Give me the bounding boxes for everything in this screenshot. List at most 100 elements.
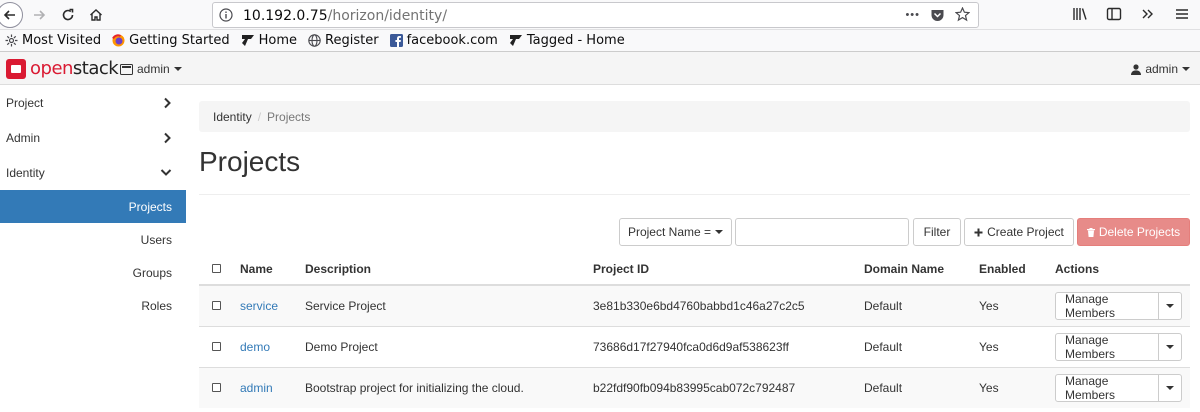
page-actions-button[interactable]: •••: [905, 9, 920, 21]
bookmark-label: Tagged - Home: [526, 33, 625, 48]
bookmark-facebook[interactable]: facebook.com: [389, 33, 498, 48]
logo-text-stack: stack: [72, 58, 119, 79]
url-bar[interactable]: 10.192.0.75/horizon/identity/ •••: [212, 2, 979, 28]
row-actions-group: Manage Members: [1055, 291, 1182, 320]
actions-cell: Manage Members: [1047, 284, 1190, 326]
row-checkbox[interactable]: [212, 382, 221, 392]
user-icon: [1131, 63, 1142, 75]
table-header-row: Name Description Project ID Domain Name …: [199, 254, 1190, 286]
user-name: admin: [1145, 62, 1178, 76]
manage-members-button[interactable]: Manage Members: [1055, 332, 1160, 361]
column-header-project-id[interactable]: Project ID: [585, 254, 856, 286]
toolbar-icons: [1072, 6, 1190, 22]
chevron-down-icon: [160, 169, 172, 176]
sidebar-group-admin[interactable]: Admin: [0, 120, 186, 155]
bookmark-tagged-home[interactable]: Tagged - Home: [509, 33, 625, 48]
bookmark-label: Getting Started: [129, 33, 230, 48]
table-row: demo Demo Project 73686d17f27940fca0d6d9…: [199, 325, 1190, 367]
project-description: Service Project: [297, 284, 585, 326]
row-select-cell: [199, 366, 232, 408]
filter-field-dropdown[interactable]: Project Name =: [619, 218, 732, 246]
manage-members-button[interactable]: Manage Members: [1055, 373, 1160, 402]
pocket-icon[interactable]: [930, 8, 945, 22]
arrow-left-icon: [3, 10, 15, 20]
user-menu[interactable]: admin: [1131, 62, 1190, 76]
breadcrumb-current: Projects: [267, 110, 311, 124]
column-header-name[interactable]: Name: [232, 254, 297, 286]
sidebar-group-label: Project: [6, 95, 44, 110]
sidebar-item-label: Projects: [128, 199, 172, 214]
row-checkbox[interactable]: [212, 300, 221, 310]
firefox-icon: [112, 34, 125, 47]
page-title: Projects: [199, 146, 301, 177]
table-row: service Service Project 3e81b330e6bd4760…: [199, 284, 1190, 326]
project-name-link[interactable]: demo: [240, 340, 270, 354]
bookmark-getting-started[interactable]: Getting Started: [112, 33, 230, 48]
select-all-checkbox[interactable]: [212, 264, 221, 273]
manage-members-button[interactable]: Manage Members: [1055, 291, 1160, 320]
project-name-link[interactable]: service: [240, 299, 278, 313]
overflow-chevrons-icon[interactable]: [1140, 6, 1156, 22]
app-header: openstack admin admin: [0, 52, 1200, 85]
domain-name: Default: [856, 366, 971, 408]
breadcrumb-identity[interactable]: Identity: [213, 110, 252, 124]
url-text[interactable]: 10.192.0.75/horizon/identity/: [243, 8, 447, 24]
sidebar-item-projects[interactable]: Projects: [0, 190, 186, 223]
openstack-logo[interactable]: openstack: [6, 58, 119, 79]
column-header-description[interactable]: Description: [297, 254, 585, 286]
trash-icon: [1086, 227, 1095, 237]
row-actions-dropdown[interactable]: [1159, 332, 1182, 361]
sidebar-item-label: Roles: [141, 298, 172, 313]
openstack-logo-mark: [6, 58, 26, 79]
sidebar-item-users[interactable]: Users: [0, 223, 186, 256]
reload-button[interactable]: [56, 3, 80, 27]
info-icon[interactable]: [219, 8, 233, 25]
bookmark-star-icon[interactable]: [955, 7, 970, 22]
filter-input[interactable]: [735, 218, 909, 246]
chevron-right-icon: [164, 132, 171, 143]
title-divider: [199, 194, 1190, 195]
enabled-value: Yes: [971, 325, 1047, 367]
column-header-enabled[interactable]: Enabled: [971, 254, 1047, 286]
column-header-domain-name[interactable]: Domain Name: [856, 254, 971, 286]
project-description: Demo Project: [297, 325, 585, 367]
create-project-button[interactable]: Create Project: [964, 218, 1074, 246]
chevron-down-icon: [1166, 385, 1175, 390]
filter-button[interactable]: Filter: [913, 218, 961, 246]
bookmark-home[interactable]: Home: [241, 33, 297, 48]
row-actions-group: Manage Members: [1055, 332, 1182, 361]
home-button[interactable]: [84, 3, 108, 27]
project-switcher[interactable]: admin: [120, 62, 182, 76]
plus-icon: [974, 228, 983, 236]
sidebar-group-project[interactable]: Project: [0, 85, 186, 120]
bookmark-label: Most Visited: [22, 33, 102, 48]
sidebar-group-identity[interactable]: Identity: [0, 155, 186, 190]
delete-projects-button[interactable]: Delete Projects: [1077, 218, 1190, 246]
sidebar-toggle-icon[interactable]: [1106, 6, 1122, 22]
table-row: admin Bootstrap project for initializing…: [199, 366, 1190, 408]
bookmark-most-visited[interactable]: Most Visited: [5, 33, 101, 48]
row-actions-dropdown[interactable]: [1159, 291, 1182, 320]
project-id: 3e81b330e6bd4760babbd1c46a27c2c5: [585, 284, 856, 326]
sidebar-item-label: Users: [140, 232, 172, 247]
project-name-link[interactable]: admin: [240, 381, 273, 395]
row-checkbox[interactable]: [212, 341, 221, 351]
tagged-icon: [241, 35, 254, 46]
column-header-actions: Actions: [1047, 254, 1190, 286]
forward-button[interactable]: [27, 3, 51, 27]
bookmark-register[interactable]: Register: [308, 33, 379, 48]
project-description: Bootstrap project for initializing the c…: [297, 366, 585, 408]
gear-icon: [5, 34, 18, 47]
hamburger-menu-icon[interactable]: [1174, 6, 1190, 22]
sidebar-item-groups[interactable]: Groups: [0, 256, 186, 289]
chevron-down-icon: [1166, 303, 1175, 308]
sidebar-item-roles[interactable]: Roles: [0, 289, 186, 322]
browser-toolbar: 10.192.0.75/horizon/identity/ •••: [0, 0, 1200, 30]
project-name-cell: admin: [232, 366, 297, 408]
library-icon[interactable]: [1072, 6, 1088, 22]
project-id: b22fdf90fb094b83995cab072c792487: [585, 366, 856, 408]
row-actions-dropdown[interactable]: [1159, 373, 1182, 402]
reload-icon: [62, 8, 74, 21]
back-button[interactable]: [0, 2, 23, 28]
filter-field-label: Project Name =: [627, 225, 712, 239]
